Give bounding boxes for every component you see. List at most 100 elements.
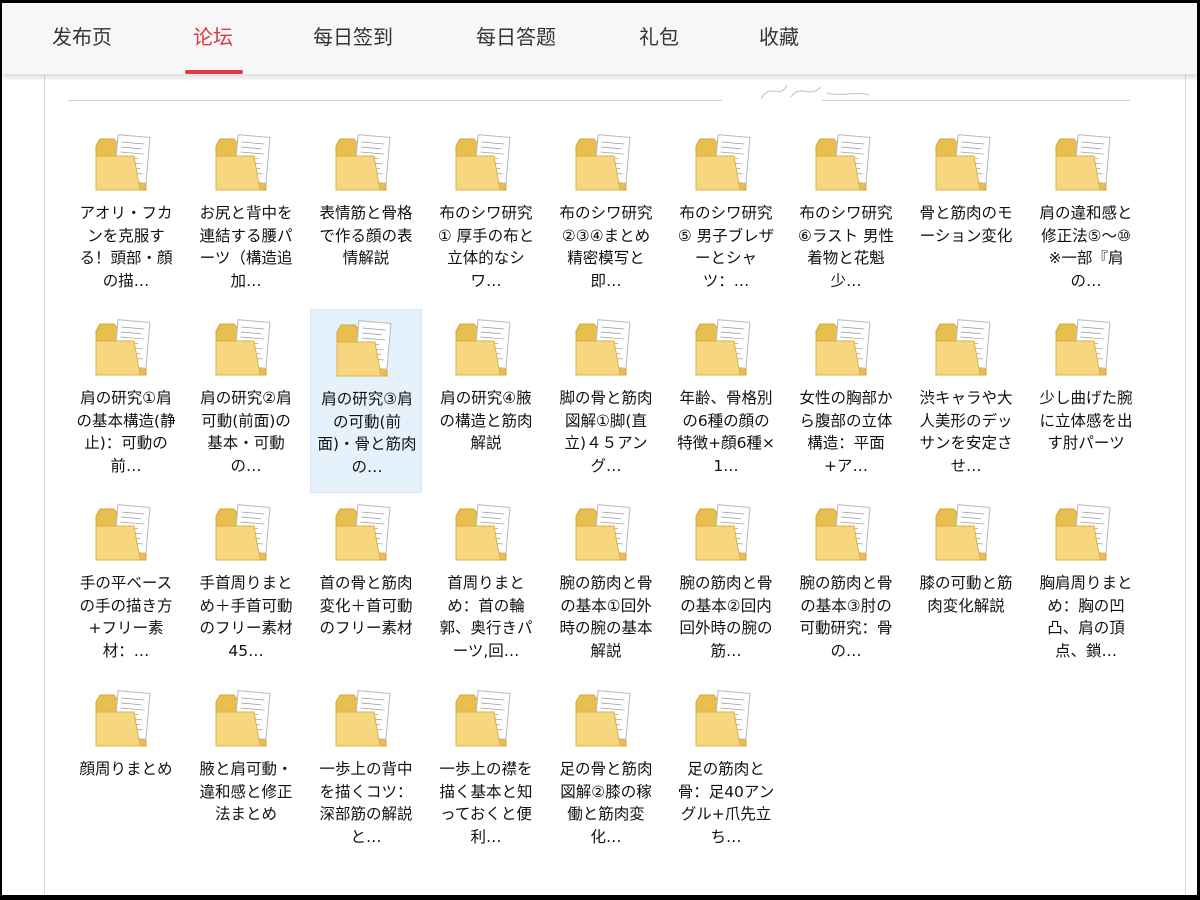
folder-grid: アオリ・フカンを克服する！頭部・顔の描… お尻と背中を連結する腰パーツ（構造追加… bbox=[2, 3, 1197, 895]
folder-item[interactable]: 手首周りまとめ＋手首可動のフリー素材45… bbox=[190, 494, 302, 678]
folder-icon bbox=[1055, 134, 1111, 191]
folder-item[interactable]: 布のシワ研究⑥ラスト 男性着物と花魁少… bbox=[790, 124, 902, 308]
folder-item[interactable]: 肩の研究②肩可動(前面)の基本・可動の… bbox=[190, 309, 302, 493]
folder-name: 布のシワ研究⑤ 男子ブレザーとシャツ：… bbox=[677, 204, 775, 290]
folder-name: 膝の可動と筋肉変化解説 bbox=[919, 574, 1013, 615]
folder-item[interactable]: 布のシワ研究②③④まとめ 精密模写と即… bbox=[550, 124, 662, 308]
folder-item[interactable]: 首周りまとめ：首の輪郭、奥行きパーツ,回… bbox=[430, 494, 542, 678]
folder-item[interactable]: 表情筋と骨格で作る顔の表情解説 bbox=[310, 124, 422, 308]
folder-name: 手首周りまとめ＋手首可動のフリー素材45… bbox=[199, 574, 293, 660]
top-tab-bar: 发布页 论坛 每日签到 每日答题 礼包 收藏 bbox=[2, 3, 1197, 75]
folder-item[interactable]: 腕の筋肉と骨の基本②回内回外時の腕の筋… bbox=[670, 494, 782, 678]
folder-item[interactable]: 首の骨と筋肉変化＋首可動のフリー素材 bbox=[310, 494, 422, 678]
folder-name: 腕の筋肉と骨の基本①回外時の腕の基本解説 bbox=[559, 574, 653, 660]
folder-item[interactable]: 年齢、骨格別の6種の顔の特徴+顔6種×1… bbox=[670, 309, 782, 493]
folder-icon bbox=[335, 504, 391, 561]
folder-icon bbox=[215, 504, 271, 561]
folder-icon bbox=[215, 319, 271, 376]
folder-item[interactable]: アオリ・フカンを克服する！頭部・顔の描… bbox=[70, 124, 182, 308]
folder-icon bbox=[1055, 319, 1111, 376]
folder-name: 渋キャラや大人美形のデッサンを安定させ… bbox=[919, 389, 1013, 475]
folder-name: 肩の研究②肩可動(前面)の基本・可動の… bbox=[200, 389, 292, 475]
folder-name: 肩の研究①肩の基本構造(静止)：可動の前… bbox=[76, 389, 176, 475]
folder-icon bbox=[695, 134, 751, 191]
folder-icon bbox=[455, 134, 511, 191]
folder-item[interactable]: 肩の研究④腋の構造と筋肉解説 bbox=[430, 309, 542, 493]
folder-name: 布のシワ研究① 厚手の布と立体的なシワ… bbox=[437, 204, 535, 290]
folder-name: 肩の研究③肩の可動(前面)・骨と筋肉の… bbox=[317, 390, 417, 476]
folder-icon bbox=[455, 690, 511, 747]
folder-name: お尻と背中を連結する腰パーツ（構造追加… bbox=[199, 204, 293, 290]
folder-icon bbox=[335, 690, 391, 747]
folder-name: アオリ・フカンを克服する！頭部・顔の描… bbox=[79, 204, 173, 290]
folder-item[interactable]: 肩の研究①肩の基本構造(静止)：可動の前… bbox=[70, 309, 182, 493]
folder-name: 腕の筋肉と骨の基本②回内回外時の腕の筋… bbox=[679, 574, 773, 660]
folder-item[interactable]: 女性の胸部から腹部の立体構造：平面+ア… bbox=[790, 309, 902, 493]
folder-name: 足の骨と筋肉図解②膝の稼働と筋肉変化… bbox=[559, 760, 653, 846]
folder-name: 少し曲げた腕に立体感を出す肘パーツ bbox=[1039, 389, 1133, 452]
folder-item[interactable]: 腕の筋肉と骨の基本①回外時の腕の基本解説 bbox=[550, 494, 662, 678]
folder-icon bbox=[695, 504, 751, 561]
folder-icon bbox=[215, 690, 271, 747]
tab-daily-quiz[interactable]: 每日答题 bbox=[476, 21, 556, 50]
folder-name: 腕の筋肉と骨の基本③肘の可動研究：骨の… bbox=[799, 574, 893, 660]
folder-icon bbox=[95, 504, 151, 561]
tab-gift-pack[interactable]: 礼包 bbox=[639, 21, 679, 50]
folder-name: 腋と肩可動・違和感と修正法まとめ bbox=[199, 760, 293, 823]
folder-icon bbox=[455, 504, 511, 561]
folder-icon bbox=[95, 690, 151, 747]
folder-icon bbox=[935, 504, 991, 561]
folder-name: 一歩上の背中を描くコツ：深部筋の解説と… bbox=[319, 760, 413, 846]
tab-favorites[interactable]: 收藏 bbox=[759, 21, 799, 50]
folder-item[interactable]: 手の平ベースの手の描き方+フリー素材：… bbox=[70, 494, 182, 678]
folder-icon bbox=[575, 690, 631, 747]
folder-icon bbox=[815, 504, 871, 561]
folder-item[interactable]: 骨と筋肉のモーション変化 bbox=[910, 124, 1022, 308]
tab-daily-checkin[interactable]: 每日签到 bbox=[313, 21, 393, 50]
folder-icon bbox=[815, 134, 871, 191]
folder-icon bbox=[335, 134, 391, 191]
folder-name: 年齢、骨格別の6種の顔の特徴+顔6種×1… bbox=[677, 389, 775, 475]
folder-name: 一歩上の襟を描く基本と知っておくと便利… bbox=[439, 760, 533, 846]
folder-icon bbox=[336, 320, 392, 377]
folder-icon bbox=[575, 504, 631, 561]
folder-item[interactable]: 胸肩周りまとめ：胸の凹凸、肩の頂点、鎖… bbox=[1030, 494, 1142, 678]
folder-icon bbox=[695, 319, 751, 376]
folder-name: 女性の胸部から腹部の立体構造：平面+ア… bbox=[799, 389, 893, 475]
folder-name: 顔周りまとめ bbox=[79, 760, 173, 778]
folder-item[interactable]: 足の骨と筋肉図解②膝の稼働と筋肉変化… bbox=[550, 680, 662, 864]
folder-item[interactable]: 膝の可動と筋肉変化解説 bbox=[910, 494, 1022, 678]
folder-item[interactable]: 一歩上の襟を描く基本と知っておくと便利… bbox=[430, 680, 542, 864]
folder-name: 胸肩周りまとめ：胸の凹凸、肩の頂点、鎖… bbox=[1039, 574, 1133, 660]
active-tab-indicator bbox=[185, 70, 243, 74]
folder-item[interactable]: 腕の筋肉と骨の基本③肘の可動研究：骨の… bbox=[790, 494, 902, 678]
folder-item[interactable]: お尻と背中を連結する腰パーツ（構造追加… bbox=[190, 124, 302, 308]
folder-icon bbox=[695, 690, 751, 747]
folder-name: 首の骨と筋肉変化＋首可動のフリー素材 bbox=[319, 574, 413, 637]
folder-item[interactable]: 少し曲げた腕に立体感を出す肘パーツ bbox=[1030, 309, 1142, 493]
folder-item[interactable]: 顔周りまとめ bbox=[70, 680, 182, 864]
folder-name: 足の筋肉と骨：足40アングル+爪先立ち… bbox=[677, 760, 775, 846]
folder-item[interactable]: 脚の骨と筋肉図解①脚(直立)４５アング… bbox=[550, 309, 662, 493]
folder-item[interactable]: 足の筋肉と骨：足40アングル+爪先立ち… bbox=[670, 680, 782, 864]
folder-item[interactable]: 肩の違和感と修正法⑤～⑩※一部『肩の… bbox=[1030, 124, 1142, 308]
folder-icon bbox=[935, 134, 991, 191]
folder-item[interactable]: 布のシワ研究⑤ 男子ブレザーとシャツ：… bbox=[670, 124, 782, 308]
folder-icon bbox=[575, 319, 631, 376]
folder-item[interactable]: 腋と肩可動・違和感と修正法まとめ bbox=[190, 680, 302, 864]
folder-item[interactable]: 肩の研究③肩の可動(前面)・骨と筋肉の… bbox=[310, 309, 422, 493]
folder-icon bbox=[935, 319, 991, 376]
folder-name: 布のシワ研究②③④まとめ 精密模写と即… bbox=[559, 204, 653, 290]
window: 发布页 论坛 每日签到 每日答题 礼包 收藏 アオリ・フカンを克服する！頭部・顔… bbox=[2, 3, 1197, 895]
folder-icon bbox=[575, 134, 631, 191]
folder-name: 首周りまとめ：首の輪郭、奥行きパーツ,回… bbox=[439, 574, 533, 660]
folder-item[interactable]: 一歩上の背中を描くコツ：深部筋の解説と… bbox=[310, 680, 422, 864]
folder-name: 表情筋と骨格で作る顔の表情解説 bbox=[319, 204, 413, 267]
tab-publish-page[interactable]: 发布页 bbox=[52, 21, 112, 50]
folder-item[interactable]: 布のシワ研究① 厚手の布と立体的なシワ… bbox=[430, 124, 542, 308]
folder-name: 肩の違和感と修正法⑤～⑩※一部『肩の… bbox=[1039, 204, 1133, 290]
folder-item[interactable]: 渋キャラや大人美形のデッサンを安定させ… bbox=[910, 309, 1022, 493]
tab-forum[interactable]: 论坛 bbox=[193, 21, 233, 50]
folder-name: 布のシワ研究⑥ラスト 男性着物と花魁少… bbox=[797, 204, 894, 290]
folder-name: 骨と筋肉のモーション変化 bbox=[919, 204, 1013, 245]
